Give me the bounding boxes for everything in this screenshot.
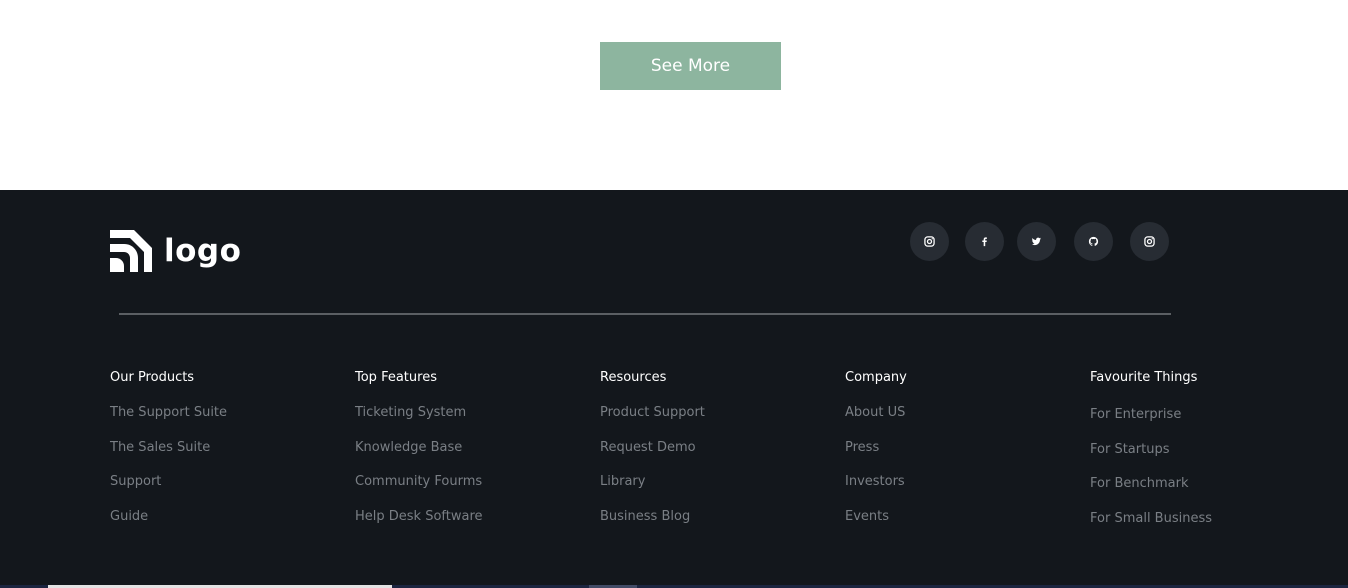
footer-column-our-products: Our Products The Support Suite The Sales…: [110, 369, 340, 542]
facebook-icon: [982, 237, 987, 247]
footer-link[interactable]: Knowledge Base: [355, 439, 585, 474]
footer-column-top-features: Top Features Ticketing System Knowledge …: [355, 369, 585, 542]
footer-link[interactable]: Library: [600, 473, 830, 508]
column-heading: Favourite Things: [1090, 370, 1198, 385]
footer-link[interactable]: The Support Suite: [110, 404, 340, 439]
footer-link[interactable]: Business Blog: [600, 508, 830, 543]
column-heading: Our Products: [110, 370, 195, 385]
twitter-icon: [1031, 237, 1042, 246]
footer-link[interactable]: Request Demo: [600, 439, 830, 474]
footer-link[interactable]: Events: [845, 508, 1075, 543]
footer-link[interactable]: Investors: [845, 473, 1075, 508]
social-links: [0, 222, 1348, 262]
twitter-link[interactable]: [1017, 222, 1056, 261]
link-list: About US Press Investors Events: [845, 404, 1075, 542]
column-heading: Company: [845, 370, 907, 385]
footer-link[interactable]: Help Desk Software: [355, 508, 585, 543]
footer-link[interactable]: Community Fourms: [355, 473, 585, 508]
footer: logo Our Products The Support Suite The …: [0, 190, 1348, 588]
facebook-link[interactable]: [965, 222, 1004, 261]
link-list: Ticketing System Knowledge Base Communit…: [355, 404, 585, 542]
github-icon: [1088, 236, 1099, 246]
footer-link[interactable]: For Startups: [1090, 441, 1340, 476]
see-more-button[interactable]: See More: [600, 42, 781, 90]
content-section: See More: [0, 0, 1348, 190]
link-list: Product Support Request Demo Library Bus…: [600, 404, 830, 542]
instagram-link[interactable]: [1130, 222, 1169, 261]
footer-link[interactable]: The Sales Suite: [110, 439, 340, 474]
footer-column-resources: Resources Product Support Request Demo L…: [600, 369, 830, 542]
link-list: For Enterprise For Startups For Benchmar…: [1090, 406, 1340, 544]
instagram-icon: [1144, 236, 1155, 247]
github-link[interactable]: [1074, 222, 1113, 261]
footer-link[interactable]: Press: [845, 439, 1075, 474]
footer-column-favourite-things: Favourite Things For Enterprise For Star…: [1090, 369, 1340, 544]
link-list: The Support Suite The Sales Suite Suppor…: [110, 404, 340, 542]
column-heading: Resources: [600, 370, 667, 385]
footer-divider: [119, 313, 1171, 315]
footer-link[interactable]: Guide: [110, 508, 340, 543]
footer-link[interactable]: Ticketing System: [355, 404, 585, 439]
footer-link[interactable]: Support: [110, 473, 340, 508]
footer-link[interactable]: For Enterprise: [1090, 406, 1340, 441]
footer-column-company: Company About US Press Investors Events: [845, 369, 1075, 542]
footer-link[interactable]: For Benchmark: [1090, 475, 1340, 510]
footer-link[interactable]: For Small Business: [1090, 510, 1340, 545]
instagram-link[interactable]: [910, 222, 949, 261]
footer-link[interactable]: About US: [845, 404, 1075, 439]
column-heading: Top Features: [355, 370, 437, 385]
instagram-icon: [924, 236, 935, 247]
footer-link[interactable]: Product Support: [600, 404, 830, 439]
